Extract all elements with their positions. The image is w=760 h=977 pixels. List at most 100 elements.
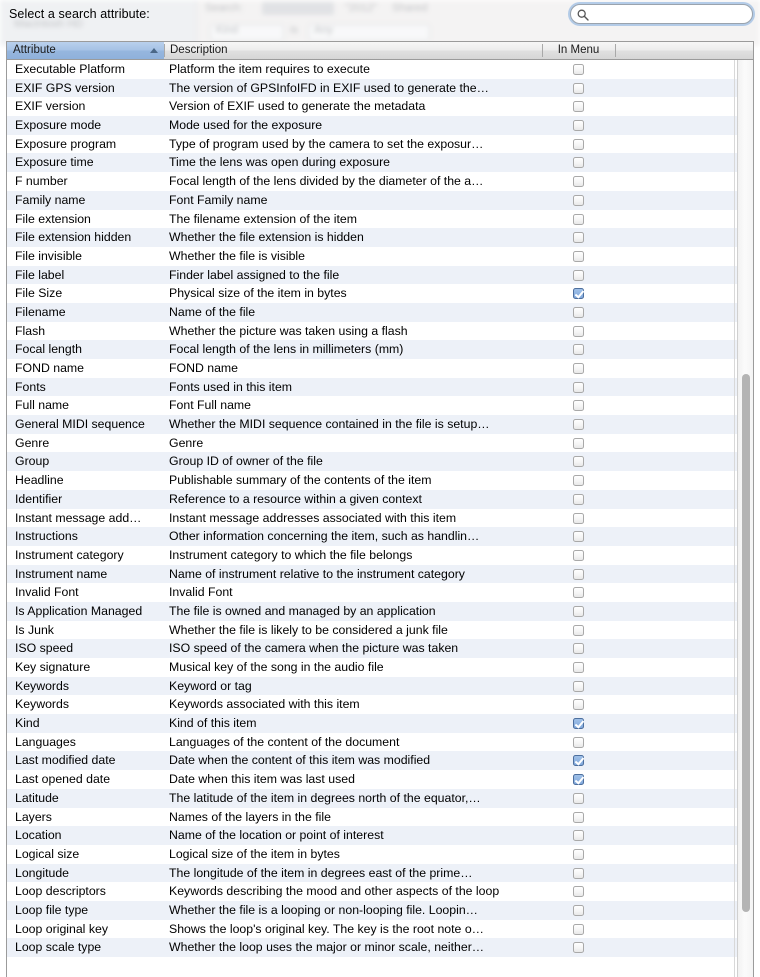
table-row[interactable]: FOND name FOND name (7, 359, 753, 378)
table-row[interactable]: EXIF version Version of EXIF used to gene… (7, 97, 753, 117)
table-row[interactable]: Key signature Musical key of the song in … (7, 658, 753, 677)
checkbox-unchecked-icon[interactable] (572, 176, 584, 188)
table-row[interactable]: Last modified date Date when the content … (7, 751, 753, 771)
checkbox-unchecked-icon[interactable] (572, 886, 584, 898)
checkbox-unchecked-icon[interactable] (572, 82, 584, 94)
table-row[interactable]: File Size Physical size of the item in by… (7, 284, 753, 303)
table-row[interactable]: File extension hidden Whether the file ex… (7, 228, 753, 247)
table-row[interactable]: Flash Whether the picture was taken using… (7, 321, 753, 341)
table-row[interactable]: Loop file type Whether the file is a loop… (7, 900, 753, 920)
table-row[interactable]: Keywords Keywords associated with this it… (7, 695, 753, 715)
table-row[interactable]: Logical size Logical size of the item in … (7, 844, 753, 864)
checkbox-unchecked-icon[interactable] (572, 811, 584, 823)
scrollbar-thumb[interactable] (742, 374, 750, 912)
checkbox-unchecked-icon[interactable] (572, 923, 584, 935)
checkbox-unchecked-icon[interactable] (572, 64, 584, 75)
checkbox-unchecked-icon[interactable] (572, 699, 584, 711)
checkbox-unchecked-icon[interactable] (572, 213, 584, 225)
checkbox-unchecked-icon[interactable] (572, 157, 584, 169)
checkbox-unchecked-icon[interactable] (572, 624, 584, 636)
table-row[interactable]: Exposure program Type of program used by … (7, 134, 753, 154)
checkbox-unchecked-icon[interactable] (572, 643, 584, 655)
table-row[interactable]: File invisible Whether the file is visibl… (7, 246, 753, 266)
table-row[interactable]: Is Application Managed The file is owned … (7, 601, 753, 621)
checkbox-unchecked-icon[interactable] (572, 419, 584, 431)
table-row[interactable]: Genre Genre (7, 433, 753, 453)
checkbox-unchecked-icon[interactable] (572, 475, 584, 487)
column-header-description[interactable]: Description (164, 42, 542, 59)
checkbox-unchecked-icon[interactable] (572, 363, 584, 374)
table-row[interactable]: Loop descriptors Keywords describing the … (7, 882, 753, 901)
column-header-in-menu[interactable]: In Menu (542, 42, 615, 59)
checkbox-unchecked-icon[interactable] (572, 306, 584, 318)
checkbox-unchecked-icon[interactable] (572, 344, 584, 356)
table-row[interactable]: File label Finder label assigned to the f… (7, 265, 753, 285)
checkbox-unchecked-icon[interactable] (572, 830, 584, 842)
checkbox-unchecked-icon[interactable] (572, 531, 584, 543)
attribute-list[interactable]: Executable Platform Platform the item req… (7, 60, 753, 977)
table-row[interactable]: ISO speed ISO speed of the camera when th… (7, 639, 753, 658)
table-row[interactable]: General MIDI sequence Whether the MIDI se… (7, 415, 753, 434)
checkbox-unchecked-icon[interactable] (572, 194, 584, 206)
checkbox-unchecked-icon[interactable] (572, 848, 584, 860)
checkbox-unchecked-icon[interactable] (572, 400, 584, 412)
table-row[interactable]: Longitude The longitude of the item in de… (7, 863, 753, 883)
checkbox-checked-icon[interactable] (572, 288, 584, 300)
search-input[interactable] (592, 5, 744, 22)
table-row[interactable]: Loop scale type Whether the loop uses the… (7, 938, 753, 957)
table-row[interactable]: Keywords Keyword or tag (7, 676, 753, 696)
table-row[interactable]: Group Group ID of owner of the file (7, 452, 753, 472)
table-row[interactable]: Instrument name Name of instrument relati… (7, 564, 753, 584)
checkbox-unchecked-icon[interactable] (572, 605, 584, 617)
table-row[interactable]: Focal length Focal length of the lens in … (7, 340, 753, 359)
search-field-container[interactable] (570, 4, 753, 24)
checkbox-checked-icon[interactable] (572, 774, 584, 786)
checkbox-unchecked-icon[interactable] (572, 680, 584, 692)
table-row[interactable]: EXIF GPS version The version of GPSInfoIF… (7, 78, 753, 98)
vertical-scrollbar[interactable] (737, 60, 753, 977)
table-row[interactable]: Fonts Fonts used in this item (7, 377, 753, 397)
checkbox-unchecked-icon[interactable] (572, 549, 584, 561)
table-row[interactable]: Kind Kind of this item (7, 714, 753, 733)
table-row[interactable]: Loop original key Shows the loop's origin… (7, 919, 753, 939)
table-row[interactable]: Headline Publishable summary of the conte… (7, 471, 753, 490)
checkbox-unchecked-icon[interactable] (572, 493, 584, 505)
checkbox-unchecked-icon[interactable] (572, 232, 584, 244)
table-row[interactable]: Instructions Other information concerning… (7, 527, 753, 546)
checkbox-unchecked-icon[interactable] (572, 904, 584, 916)
table-row[interactable]: Exposure time Time the lens was open duri… (7, 153, 753, 173)
table-row[interactable]: Location Name of the location or point of… (7, 826, 753, 845)
table-row[interactable]: Languages Languages of the content of the… (7, 732, 753, 752)
table-row[interactable]: F number Focal length of the lens divided… (7, 172, 753, 191)
table-row[interactable]: Invalid Font Invalid Font (7, 583, 753, 602)
checkbox-unchecked-icon[interactable] (572, 456, 584, 468)
checkbox-unchecked-icon[interactable] (572, 250, 584, 262)
header-divider[interactable] (615, 44, 616, 57)
header-divider[interactable] (542, 44, 543, 57)
checkbox-unchecked-icon[interactable] (572, 269, 584, 281)
table-row[interactable]: Layers Names of the layers in the file (7, 807, 753, 827)
table-row[interactable]: Instrument category Instrument category t… (7, 545, 753, 565)
table-row[interactable]: Instant message add… Instant message addr… (7, 508, 753, 528)
checkbox-unchecked-icon[interactable] (572, 381, 584, 393)
checkbox-unchecked-icon[interactable] (572, 325, 584, 337)
column-header-spacer[interactable] (615, 42, 753, 59)
header-divider[interactable] (164, 44, 165, 57)
table-row[interactable]: Executable Platform Platform the item req… (7, 60, 753, 79)
checkbox-unchecked-icon[interactable] (572, 792, 584, 804)
checkbox-unchecked-icon[interactable] (572, 120, 584, 132)
checkbox-checked-icon[interactable] (572, 718, 584, 730)
checkbox-unchecked-icon[interactable] (572, 662, 584, 673)
checkbox-unchecked-icon[interactable] (572, 587, 584, 599)
table-row[interactable]: Family name Font Family name (7, 190, 753, 210)
table-row[interactable]: Exposure mode Mode used for the exposure (7, 116, 753, 135)
checkbox-unchecked-icon[interactable] (572, 101, 584, 113)
table-row[interactable]: Identifier Reference to a resource within… (7, 489, 753, 509)
checkbox-unchecked-icon[interactable] (572, 867, 584, 879)
column-header-attribute[interactable]: Attribute (7, 42, 164, 59)
table-row[interactable]: File extension The filename extension of … (7, 209, 753, 229)
checkbox-unchecked-icon[interactable] (572, 512, 584, 524)
checkbox-unchecked-icon[interactable] (572, 568, 584, 580)
checkbox-unchecked-icon[interactable] (572, 736, 584, 748)
table-row[interactable]: Filename Name of the file (7, 302, 753, 322)
